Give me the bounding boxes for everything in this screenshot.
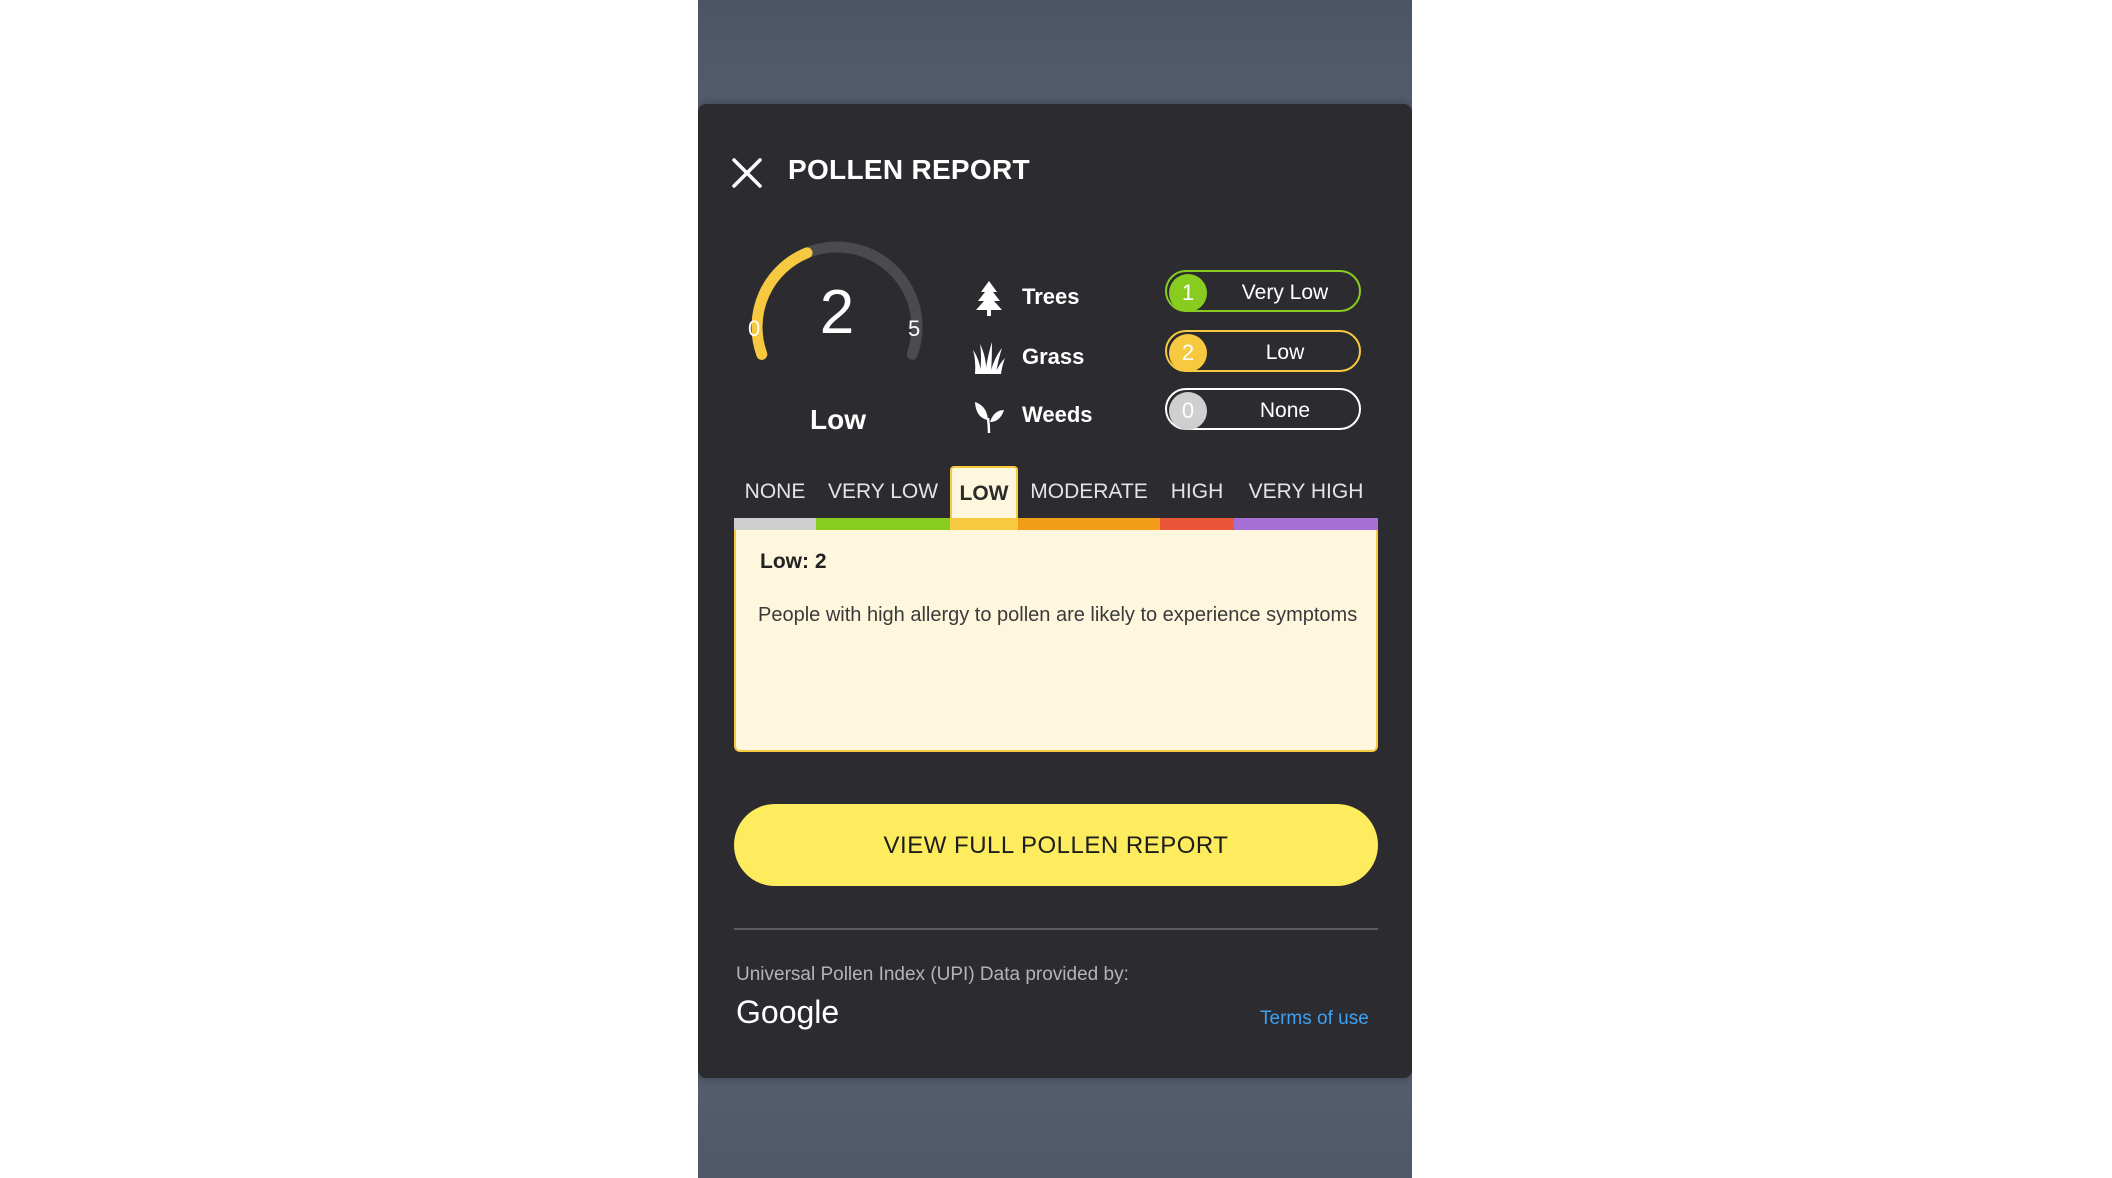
modal-title: POLLEN REPORT [788, 154, 1030, 185]
gauge-min-label: 0 [748, 316, 761, 341]
pollen-index-number: 0 [1169, 392, 1207, 430]
level-tab-very-high[interactable]: VERY HIGH [1234, 466, 1378, 518]
close-icon [732, 158, 762, 188]
level-info-description: People with high allergy to pollen are l… [758, 604, 1358, 626]
level-tab-low[interactable]: LOW [950, 466, 1018, 518]
grass-index-pill: 2 Low [1165, 330, 1361, 372]
footer-divider [734, 928, 1378, 930]
pollen-type-grass: Grass [972, 338, 1152, 378]
view-full-report-button[interactable]: VIEW FULL POLLEN REPORT [734, 804, 1378, 886]
level-tab-moderate[interactable]: MODERATE [1018, 466, 1160, 518]
pollen-index-level: Very Low [1241, 281, 1329, 304]
weeds-index-pill: 0 None [1165, 388, 1361, 430]
level-tab-high[interactable]: HIGH [1160, 466, 1234, 518]
google-logo: Google [736, 994, 840, 1030]
gauge-value: 2 [819, 278, 855, 347]
pollen-index-number: 1 [1169, 274, 1207, 312]
weed-icon [975, 402, 1004, 434]
pollen-type-name: Weeds [1022, 402, 1093, 427]
pollen-type-trees: Trees [972, 278, 1152, 318]
level-tab-very-low[interactable]: VERY LOW [816, 466, 950, 518]
pollen-index-level: None [1259, 399, 1311, 422]
pollen-type-name: Trees [1022, 284, 1080, 309]
gauge-level-label: Low [810, 404, 866, 435]
pollen-index-level: Low [1265, 341, 1305, 364]
pollen-level-scale: NONE VERY LOW LOW MODERATE HIGH VERY HIG… [734, 466, 1378, 532]
level-info-title: Low: 2 [760, 550, 827, 573]
pollen-gauge: 2 [742, 232, 932, 422]
data-attribution: Universal Pollen Index (UPI) Data provid… [736, 964, 1129, 985]
close-button[interactable] [730, 156, 764, 190]
tree-icon [976, 281, 1002, 316]
pollen-report-modal: POLLEN REPORT 2 0 5 Low Trees Grass Weed… [698, 104, 1412, 1078]
phone-screen: POLLEN REPORT 2 0 5 Low Trees Grass Weed… [698, 0, 1412, 1178]
pollen-index-number: 2 [1169, 334, 1207, 372]
level-tab-none[interactable]: NONE [734, 466, 816, 518]
pollen-type-name: Grass [1022, 344, 1085, 369]
trees-index-pill: 1 Very Low [1165, 270, 1361, 312]
level-info-panel: Low: 2 People with high allergy to polle… [734, 530, 1378, 752]
pollen-type-weeds: Weeds [972, 396, 1152, 436]
grass-icon [973, 342, 1005, 374]
gauge-max-label: 5 [908, 316, 921, 341]
terms-of-use-link[interactable]: Terms of use [1260, 1008, 1369, 1030]
